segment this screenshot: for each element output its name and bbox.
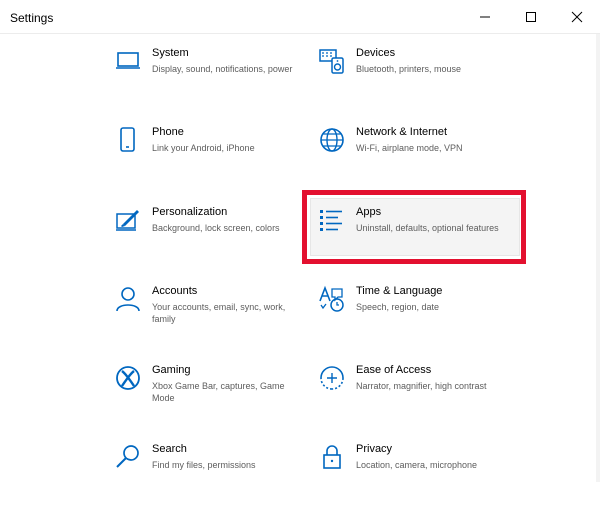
tile-description: Find my files, permissions [152,460,256,470]
settings-tile-time-language[interactable]: Time & Language Speech, region, date [318,285,508,349]
xbox-icon [114,364,142,392]
paintbrush-icon [114,206,142,234]
tile-title: Ease of Access [356,364,432,376]
lock-icon [318,443,346,471]
tile-title: Phone [152,126,184,138]
maximize-button[interactable] [508,0,554,34]
ease-of-access-icon [318,364,346,392]
minimize-button[interactable] [462,0,508,34]
tile-title: Time & Language [356,285,443,297]
tile-description: Xbox Game Bar, captures, Game Mode [152,381,285,403]
tile-description: Background, lock screen, colors [152,223,280,233]
tile-description: Display, sound, notifications, power [152,64,293,74]
settings-tile-search[interactable]: Search Find my files, permissions [114,443,304,507]
tile-title: Privacy [356,443,393,455]
monitor-icon [114,47,142,75]
tile-title: Gaming [152,364,191,376]
time-language-icon [318,285,346,313]
apps-list-icon [318,206,346,234]
settings-tile-privacy[interactable]: Privacy Location, camera, microphone [318,443,508,507]
tile-title: Personalization [152,206,228,218]
minimize-icon [480,16,490,18]
tile-description: Your accounts, email, sync, work, family [152,302,286,324]
settings-tile-devices[interactable]: Devices Bluetooth, printers, mouse [318,47,508,111]
tile-title: Devices [356,47,396,59]
tile-description: Wi-Fi, airplane mode, VPN [356,143,463,153]
settings-tile-ease-of-access[interactable]: Ease of Access Narrator, magnifier, high… [318,364,508,428]
globe-icon [318,126,346,154]
title-bar: Settings [0,0,600,34]
window-title: Settings [10,11,54,25]
tile-title: Apps [356,206,382,218]
settings-tile-system[interactable]: System Display, sound, notifications, po… [114,47,304,111]
tile-description: Uninstall, defaults, optional features [356,223,499,233]
settings-tile-personalization[interactable]: Personalization Background, lock screen,… [114,206,304,270]
tile-title: Search [152,443,187,455]
devices-icon [318,47,346,75]
tile-description: Bluetooth, printers, mouse [356,64,462,74]
search-icon [114,443,142,471]
maximize-icon [526,12,536,22]
tile-description: Speech, region, date [356,302,440,312]
person-icon [114,285,142,313]
settings-tile-gaming[interactable]: Gaming Xbox Game Bar, captures, Game Mod… [114,364,304,428]
tile-title: System [152,47,189,59]
close-button[interactable] [554,0,600,34]
phone-icon [114,126,142,154]
settings-tile-phone[interactable]: Phone Link your Android, iPhone [114,126,304,190]
close-icon [571,11,583,23]
tile-title: Accounts [152,285,198,297]
tile-description: Narrator, magnifier, high contrast [356,381,487,391]
settings-tile-network[interactable]: Network & Internet Wi-Fi, airplane mode,… [318,126,508,190]
tile-title: Network & Internet [356,126,448,138]
scrollbar[interactable] [596,34,600,482]
tile-description: Link your Android, iPhone [152,143,255,153]
settings-tile-apps[interactable]: Apps Uninstall, defaults, optional featu… [318,206,508,270]
tile-description: Location, camera, microphone [356,460,478,470]
settings-tile-accounts[interactable]: Accounts Your accounts, email, sync, wor… [114,285,304,349]
